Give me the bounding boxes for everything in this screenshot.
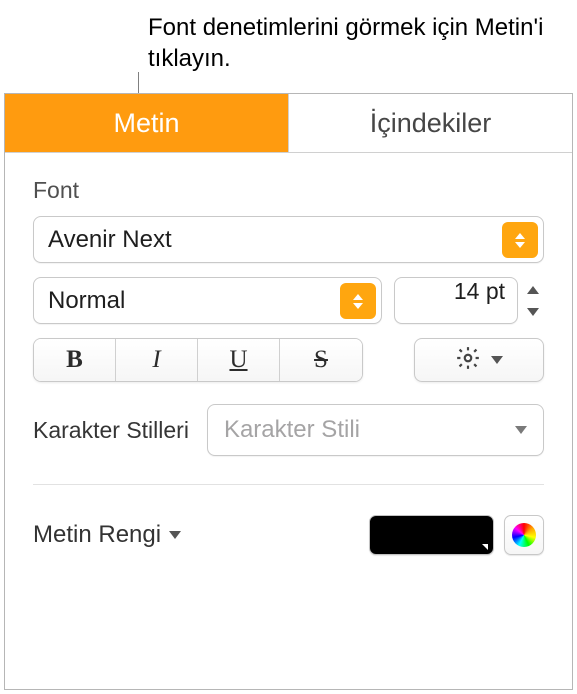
font-size-stepper [522, 280, 544, 322]
callout-text: Font denetimlerini görmek için Metin'i t… [148, 12, 548, 74]
font-family-dropdown[interactable]: Avenir Next [33, 216, 544, 263]
font-section-label: Font [33, 177, 544, 204]
strikethrough-button[interactable]: S [280, 339, 362, 381]
font-style-value: Normal [48, 287, 125, 315]
text-color-label-text: Metin Rengi [33, 521, 161, 549]
text-color-swatch[interactable] [369, 515, 494, 555]
color-picker-button[interactable] [504, 515, 544, 555]
underline-button[interactable]: U [198, 339, 280, 381]
advanced-options-button[interactable] [414, 338, 544, 382]
updown-chevron-icon [502, 222, 538, 258]
tab-toc[interactable]: İçindekiler [289, 94, 572, 152]
gear-icon [455, 345, 481, 376]
font-size-group: 14 pt [394, 277, 544, 324]
text-style-segmented: B I U S [33, 338, 363, 382]
text-color-controls [369, 515, 544, 555]
character-styles-label: Karakter Stilleri [33, 417, 189, 444]
font-family-value: Avenir Next [48, 226, 172, 254]
tab-bar: Metin İçindekiler [5, 94, 572, 153]
divider [33, 484, 544, 485]
italic-button[interactable]: I [116, 339, 198, 381]
character-style-dropdown[interactable]: Karakter Stili [207, 404, 544, 456]
tab-text[interactable]: Metin [5, 94, 289, 152]
font-size-input[interactable]: 14 pt [394, 277, 518, 324]
bold-button[interactable]: B [34, 339, 116, 381]
updown-chevron-icon [340, 283, 376, 319]
character-style-placeholder: Karakter Stili [224, 416, 360, 444]
stepper-up-button[interactable] [522, 280, 544, 300]
inspector-panel: Metin İçindekiler Font Avenir Next Norma… [4, 93, 573, 690]
panel-content: Font Avenir Next Normal 14 pt B I U [5, 153, 572, 555]
font-style-dropdown[interactable]: Normal [33, 277, 382, 324]
color-wheel-icon [512, 523, 536, 547]
stepper-down-button[interactable] [522, 302, 544, 322]
text-color-label[interactable]: Metin Rengi [33, 521, 181, 549]
